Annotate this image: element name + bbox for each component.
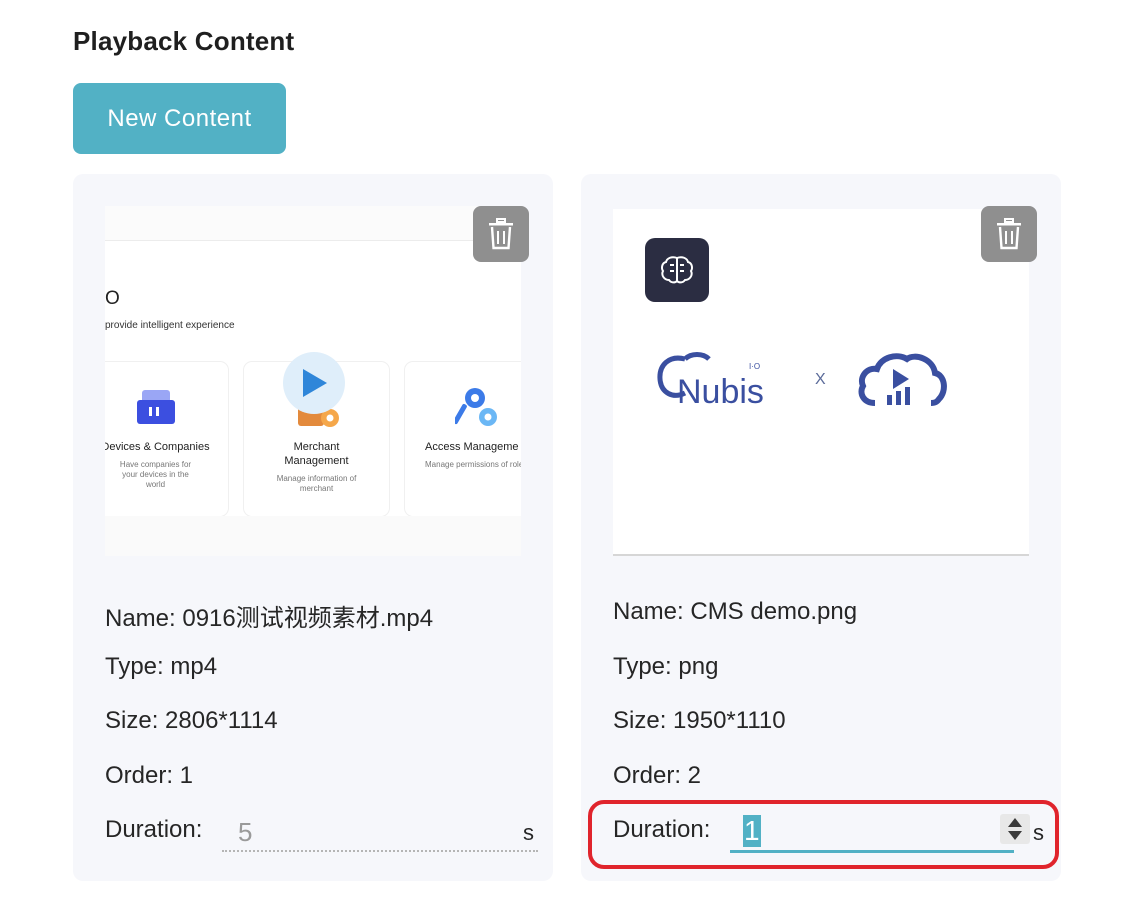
duration-unit: s [523, 820, 534, 845]
trash-icon [489, 218, 513, 250]
preview-topbar [105, 206, 521, 241]
tile-title: Access Manageme [425, 441, 519, 453]
tile-desc: Manage information of merchant [276, 474, 357, 493]
preview-tile: Devices & Companies Have companies for y… [105, 362, 228, 516]
number-stepper[interactable] [1000, 814, 1030, 844]
new-content-button[interactable]: New Content [73, 83, 286, 154]
devices-icon [137, 390, 175, 424]
content-card: O provide intelligent experience Devices… [73, 174, 553, 881]
content-type: Type: mp4 [105, 653, 218, 680]
content-name: Name: CMS demo.png [613, 598, 858, 625]
brain-icon [661, 256, 693, 284]
delete-button[interactable] [981, 206, 1037, 262]
content-order: Order: 1 [105, 762, 194, 789]
tile-title: Devices & Companies [105, 441, 210, 453]
duration-label: Duration: [613, 816, 711, 843]
tile-desc: Manage permissions of role [425, 460, 521, 469]
stepper-up-icon[interactable] [1008, 818, 1022, 827]
content-size: Size: 2806*1114 [105, 707, 278, 734]
duration-input[interactable] [222, 814, 538, 852]
cloud-play-logo [857, 351, 947, 416]
logo-separator: X [815, 371, 826, 388]
stepper-down-icon[interactable] [1008, 831, 1022, 840]
content-card: Nubis I·O X Name: CMS demo.png Type: png… [581, 174, 1061, 881]
content-type: Type: png [613, 653, 719, 680]
play-icon [303, 369, 327, 397]
cloud-play-icon [858, 353, 947, 406]
tile-desc: Have companies for your devices in the w… [119, 460, 192, 489]
preview-heading: O [105, 288, 120, 309]
nubis-logo: Nubis I·O [655, 349, 783, 418]
delete-button[interactable] [473, 206, 529, 262]
duration-label: Duration: [105, 816, 203, 843]
duration-row: Duration: s [105, 814, 545, 854]
page-title: Playback Content [73, 26, 295, 56]
duration-row: Duration: 1 s [613, 812, 1053, 854]
video-thumbnail[interactable]: O provide intelligent experience Devices… [105, 206, 521, 556]
duration-unit: s [1033, 820, 1044, 845]
trash-icon [997, 218, 1021, 250]
content-size: Size: 1950*1110 [613, 707, 786, 734]
image-thumbnail[interactable]: Nubis I·O X [613, 209, 1029, 556]
duration-input[interactable] [730, 812, 1014, 853]
svg-text:Nubis: Nubis [677, 373, 764, 411]
svg-text:I·O: I·O [749, 362, 760, 371]
preview-footer [105, 516, 521, 556]
key-icon [455, 388, 497, 426]
tile-title: Merchant Management [284, 441, 349, 467]
preview-tile: Access Manageme Manage permissions of ro… [405, 362, 521, 516]
duration-value-selected: 1 [743, 815, 761, 847]
content-order: Order: 2 [613, 762, 702, 789]
preview-tagline: provide intelligent experience [105, 320, 235, 331]
brain-logo-tile [645, 238, 709, 302]
play-button[interactable] [283, 352, 345, 414]
content-name: Name: 0916测试视频素材.mp4 [105, 605, 434, 632]
